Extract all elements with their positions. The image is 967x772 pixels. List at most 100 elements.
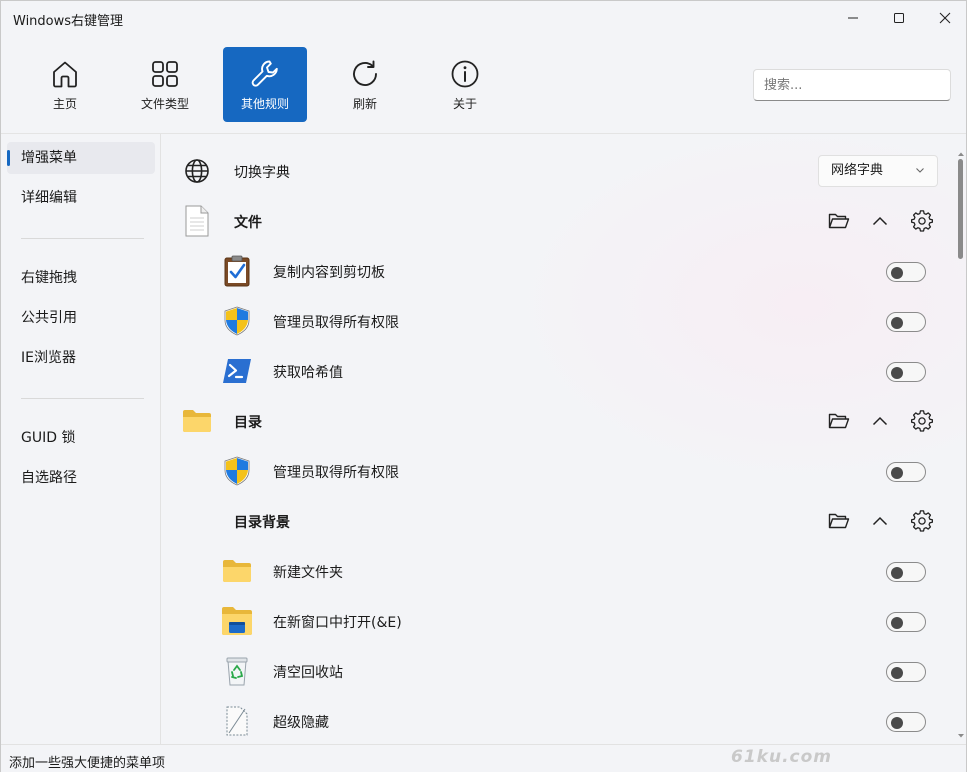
title-bar: Windows右键管理 xyxy=(1,1,966,35)
content-panel: 切换字典 网络字典 文件 复制内容到剪切板 管理员取得所有权限 获取哈希值 目录… xyxy=(162,134,966,744)
toolbar-refresh-button[interactable]: 刷新 xyxy=(323,47,407,122)
menu-item-row: 清空回收站 xyxy=(162,646,952,696)
gear-icon xyxy=(911,510,933,532)
globe-icon xyxy=(181,155,213,187)
sidebar-item-label: 详细编辑 xyxy=(21,190,77,206)
maximize-button[interactable] xyxy=(876,1,922,35)
recycle-bin-icon xyxy=(221,655,253,687)
sidebar-item-label: 公共引用 xyxy=(21,310,77,326)
grid-icon xyxy=(150,57,180,91)
search-input[interactable] xyxy=(753,69,951,101)
menu-item-toggle[interactable] xyxy=(886,312,926,332)
sidebar-item-detailed-edit[interactable]: 详细编辑 xyxy=(7,182,155,214)
sidebar-item-drag[interactable]: 右键拖拽 xyxy=(7,262,155,294)
toolbar-filetypes-button[interactable]: 文件类型 xyxy=(123,47,207,122)
sidebar-item-label: GUID 锁 xyxy=(21,430,76,446)
menu-item-label: 管理员取得所有权限 xyxy=(273,315,399,331)
sidebar-item-public-refs[interactable]: 公共引用 xyxy=(7,302,155,334)
maximize-icon xyxy=(894,13,904,23)
status-bar: 添加一些强大便捷的菜单项 61ku.com xyxy=(1,744,966,772)
menu-item-label: 清空回收站 xyxy=(273,665,343,681)
toolbar-about-button[interactable]: 关于 xyxy=(423,47,507,122)
toggle-knob xyxy=(891,717,903,729)
toggle-knob xyxy=(891,667,903,679)
watermark: 61ku.com xyxy=(731,747,832,767)
minimize-button[interactable] xyxy=(830,1,876,35)
open-folder-button[interactable] xyxy=(828,210,850,232)
toolbar-label: 关于 xyxy=(452,97,477,111)
open-folder-button[interactable] xyxy=(828,510,850,532)
sidebar-item-enhanced-menu[interactable]: 增强菜单 xyxy=(7,142,155,174)
menu-item-label: 超级隐藏 xyxy=(273,715,329,731)
dictionary-select[interactable]: 网络字典 xyxy=(818,155,938,187)
toggle-knob xyxy=(891,617,903,629)
uac-shield-icon xyxy=(221,305,253,337)
toolbar-label: 刷新 xyxy=(352,97,377,111)
menu-item-label: 在新窗口中打开(&E) xyxy=(273,615,402,631)
dictionary-select-value: 网络字典 xyxy=(831,163,884,178)
clipboard-icon xyxy=(221,255,253,287)
info-icon xyxy=(450,57,480,91)
close-icon xyxy=(939,12,951,24)
menu-item-label: 复制内容到剪切板 xyxy=(273,265,385,281)
sidebar-item-label: IE浏览器 xyxy=(21,350,76,366)
folder-open-icon xyxy=(828,513,850,529)
menu-item-row: 在新窗口中打开(&E) xyxy=(162,596,952,646)
menu-item-toggle[interactable] xyxy=(886,612,926,632)
uac-shield-icon xyxy=(221,455,253,487)
app-window: Windows右键管理 主页 文件类型 其他规则 刷新 关于 搜索... 增强菜… xyxy=(0,0,967,772)
scrollbar-thumb[interactable] xyxy=(958,159,963,259)
settings-button[interactable] xyxy=(911,410,933,432)
collapse-button[interactable] xyxy=(869,510,891,532)
dictionary-label: 切换字典 xyxy=(234,165,290,181)
folder-window-icon xyxy=(221,605,253,637)
gear-icon xyxy=(911,210,933,232)
status-text: 添加一些强大便捷的菜单项 xyxy=(9,756,166,771)
toolbar-other-rules-button[interactable]: 其他规则 xyxy=(223,47,307,122)
powershell-icon xyxy=(221,355,253,387)
sidebar-separator xyxy=(21,398,144,399)
minimize-icon xyxy=(848,17,858,19)
close-button[interactable] xyxy=(922,1,967,35)
section-label: 文件 xyxy=(234,215,262,231)
settings-button[interactable] xyxy=(911,510,933,532)
document-icon xyxy=(181,205,213,237)
gear-icon xyxy=(911,410,933,432)
sidebar-item-ie-browser[interactable]: IE浏览器 xyxy=(7,342,155,374)
sidebar-item-label: 右键拖拽 xyxy=(21,270,77,286)
menu-item-row: 超级隐藏 xyxy=(162,696,952,744)
menu-item-toggle[interactable] xyxy=(886,712,926,732)
open-folder-button[interactable] xyxy=(828,410,850,432)
sidebar-item-custom-path[interactable]: 自选路径 xyxy=(7,462,155,494)
scroll-up-icon xyxy=(958,152,964,156)
menu-item-toggle[interactable] xyxy=(886,262,926,282)
refresh-icon xyxy=(350,57,380,91)
collapse-button[interactable] xyxy=(869,210,891,232)
folder-open-icon xyxy=(828,213,850,229)
chevron-up-icon xyxy=(872,516,888,526)
menu-item-toggle[interactable] xyxy=(886,362,926,382)
sidebar-item-label: 自选路径 xyxy=(21,470,77,486)
toolbar-label: 其他规则 xyxy=(240,97,289,111)
toolbar: 主页 文件类型 其他规则 刷新 关于 xyxy=(1,35,966,133)
menu-item-row: 管理员取得所有权限 xyxy=(162,446,952,496)
menu-item-row: 管理员取得所有权限 xyxy=(162,296,952,346)
folder-open-icon xyxy=(828,413,850,429)
toggle-knob xyxy=(891,467,903,479)
menu-item-toggle[interactable] xyxy=(886,562,926,582)
section-row-file: 文件 xyxy=(162,196,952,246)
chevron-up-icon xyxy=(872,416,888,426)
content-scrollbar[interactable] xyxy=(957,151,965,741)
hidden-file-icon xyxy=(221,705,253,737)
menu-item-label: 管理员取得所有权限 xyxy=(273,465,399,481)
window-title: Windows右键管理 xyxy=(13,14,124,29)
menu-item-toggle[interactable] xyxy=(886,462,926,482)
sidebar: 增强菜单 详细编辑 右键拖拽 公共引用 IE浏览器 GUID 锁 自选路径 xyxy=(1,134,161,744)
toolbar-home-button[interactable]: 主页 xyxy=(23,47,107,122)
wrench-icon xyxy=(249,57,281,91)
sidebar-item-guid-lock[interactable]: GUID 锁 xyxy=(7,422,155,454)
menu-item-label: 新建文件夹 xyxy=(273,565,343,581)
settings-button[interactable] xyxy=(911,210,933,232)
collapse-button[interactable] xyxy=(869,410,891,432)
menu-item-toggle[interactable] xyxy=(886,662,926,682)
